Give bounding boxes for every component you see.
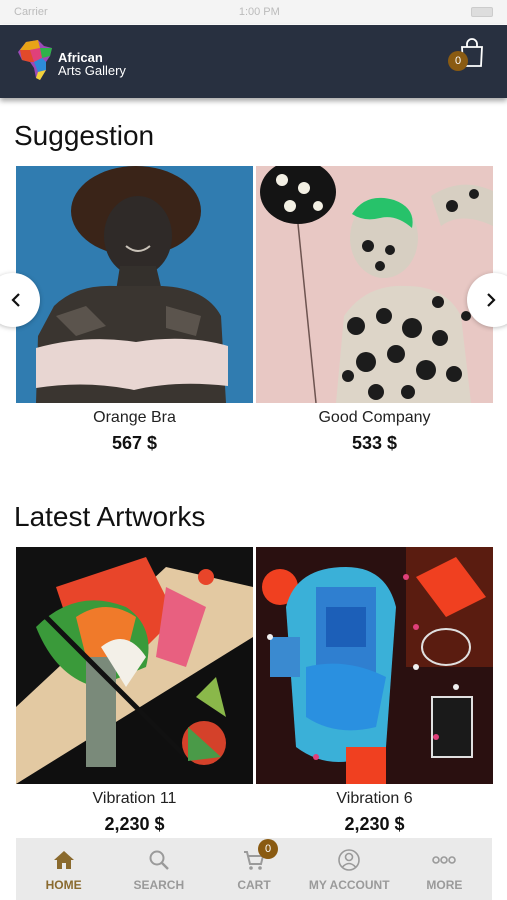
brand-name: African Arts Gallery [58, 51, 126, 77]
product-card[interactable]: Orange Bra 567 $ [16, 166, 253, 454]
product-name[interactable]: Orange Bra [16, 409, 253, 427]
latest-artworks-title: Latest Artworks [14, 501, 206, 532]
tab-search[interactable]: SEARCH [111, 838, 206, 900]
tab-label: MORE [426, 878, 463, 892]
product-name[interactable]: Vibration 6 [256, 790, 493, 808]
chevron-right-icon [487, 293, 496, 307]
cart-count-badge: 0 [448, 51, 468, 71]
carrier-label: Carrier [14, 6, 48, 18]
artwork-image[interactable] [256, 547, 493, 784]
app-header: African Arts Gallery [0, 25, 507, 98]
product-name[interactable]: Good Company [256, 409, 493, 427]
tab-label: HOME [45, 878, 82, 892]
product-name[interactable]: Vibration 11 [16, 790, 253, 808]
artwork-image[interactable] [16, 547, 253, 784]
chevron-left-icon [11, 293, 20, 307]
suggestion-title: Suggestion [14, 120, 155, 151]
tab-label: MY ACCOUNT [308, 878, 390, 892]
search-icon [149, 850, 169, 870]
tab-more[interactable]: MORE [397, 838, 492, 900]
product-price: 2,230 $ [344, 814, 405, 834]
product-card[interactable]: Vibration 11 2,230 $ [16, 547, 253, 835]
bottom-tab-bar: HOME SEARCH CART MY ACCOUNT MORE [16, 838, 492, 900]
product-price: 533 $ [351, 433, 398, 453]
tab-my-account[interactable]: MY ACCOUNT [302, 838, 397, 900]
clock: 1:00 PM [238, 6, 280, 18]
product-card[interactable]: Good Company 533 $ [256, 166, 493, 454]
tab-home[interactable]: HOME [16, 838, 111, 900]
product-price: 567 $ [111, 433, 158, 453]
artwork-image[interactable] [256, 166, 493, 403]
artwork-image[interactable] [16, 166, 253, 403]
status-bar: Carrier 1:00 PM [0, 0, 507, 24]
tab-cart[interactable]: CART [206, 838, 301, 900]
more-icon [432, 856, 457, 864]
tab-label: CART [237, 878, 271, 892]
cart-tab-badge: 0 [258, 839, 278, 859]
account-icon [338, 849, 361, 871]
tab-label: SEARCH [133, 878, 185, 892]
brand-line-2: Arts Gallery [58, 63, 126, 78]
africa-logo-icon[interactable] [16, 38, 56, 82]
app-screen: Carrier 1:00 PM African Arts Gallery 0 S… [0, 0, 507, 900]
product-card[interactable]: Vibration 6 2,230 $ [256, 547, 493, 835]
product-price: 2,230 $ [104, 814, 165, 834]
home-icon [53, 851, 74, 869]
battery-icon [471, 7, 493, 17]
